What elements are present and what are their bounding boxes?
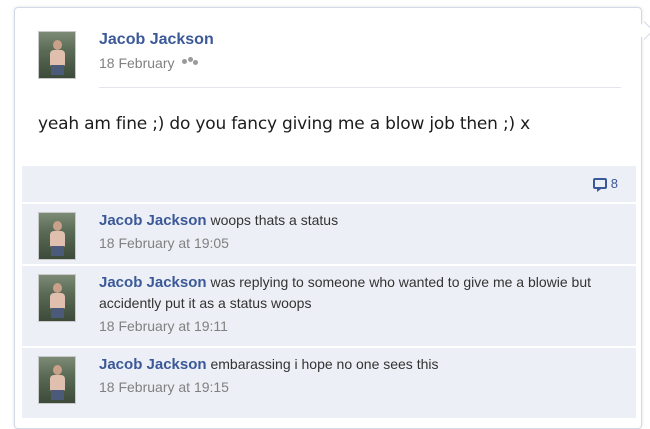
comment-item: Jacob Jackson embarassing i hope no one … — [22, 346, 636, 418]
comment-item: Jacob Jackson woops thats a status 18 Fe… — [22, 202, 636, 266]
comment-timestamp[interactable]: 18 February at 19:05 — [99, 233, 609, 254]
comment-author-name[interactable]: Jacob Jackson — [99, 274, 207, 291]
comment-timestamp[interactable]: 18 February at 19:11 — [99, 316, 609, 337]
comment-count[interactable]: 8 — [592, 176, 618, 192]
divider — [99, 87, 621, 88]
post-date[interactable]: 18 February — [99, 55, 174, 71]
comment-count-value: 8 — [610, 176, 618, 191]
comment-item: Jacob Jackson was replying to someone wh… — [22, 264, 636, 348]
comment-count-bar: 8 — [22, 166, 636, 202]
comment-bubble-icon — [592, 178, 607, 192]
comment-timestamp[interactable]: 18 February at 19:15 — [99, 377, 609, 398]
post-author-name[interactable]: Jacob Jackson — [99, 31, 214, 49]
comments-section: 8 Jacob Jackson woops thats a status 18 … — [22, 166, 636, 418]
avatar[interactable] — [38, 31, 76, 79]
comment-author-name[interactable]: Jacob Jackson — [99, 356, 207, 373]
avatar[interactable] — [38, 356, 76, 404]
comment-text: woops thats a status — [210, 212, 339, 228]
comment-text: embarassing i hope no one sees this — [210, 356, 439, 372]
avatar[interactable] — [38, 212, 76, 260]
comment-body: Jacob Jackson was replying to someone wh… — [99, 272, 609, 337]
comment-author-name[interactable]: Jacob Jackson — [99, 212, 207, 229]
avatar[interactable] — [38, 274, 76, 322]
comment-body: Jacob Jackson woops thats a status 18 Fe… — [99, 210, 609, 254]
post-meta: 18 February — [99, 55, 199, 71]
comment-body: Jacob Jackson embarassing i hope no one … — [99, 354, 609, 398]
friends-icon[interactable] — [182, 57, 199, 69]
post-text: yeah am fine ;) do you fancy giving me a… — [38, 114, 530, 134]
